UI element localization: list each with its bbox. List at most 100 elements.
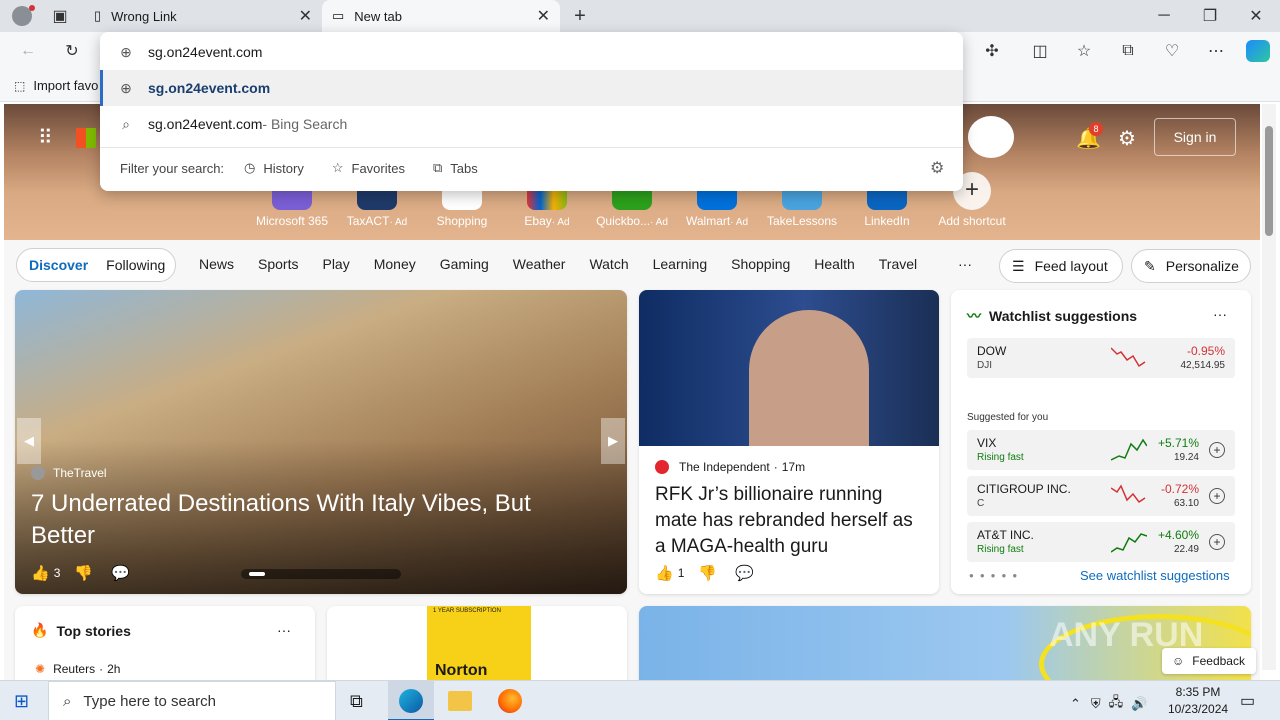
globe-icon: ⊕ bbox=[120, 44, 132, 60]
close-tab-icon[interactable]: ✕ bbox=[537, 6, 550, 26]
add-to-watchlist-icon[interactable]: + bbox=[1209, 534, 1225, 550]
notifications-center-icon[interactable]: ▭ bbox=[1240, 691, 1255, 711]
copilot-button[interactable] bbox=[968, 116, 1014, 158]
like-icon[interactable]: 👍 bbox=[655, 564, 674, 582]
carousel-prev-icon[interactable]: ◀ bbox=[17, 418, 41, 464]
promo-card[interactable]: ANY RUN bbox=[639, 606, 1251, 680]
carousel-next-icon[interactable]: ▶ bbox=[601, 418, 625, 464]
filter-tabs[interactable]: ⧉ Tabs bbox=[433, 160, 478, 176]
apps-grid-icon[interactable]: ⠿ bbox=[38, 128, 53, 148]
taskbar-edge[interactable] bbox=[388, 681, 434, 720]
minimize-button[interactable]: ─ bbox=[1154, 6, 1174, 26]
nav-learning[interactable]: Learning bbox=[653, 256, 708, 272]
tab-new-tab[interactable]: ▭ New tab ✕ bbox=[322, 0, 560, 32]
filter-favorites[interactable]: ☆ Favorites bbox=[332, 160, 405, 176]
chevron-up-icon[interactable]: ⌃ bbox=[1070, 696, 1081, 712]
extensions-icon[interactable]: ✣ bbox=[982, 41, 1002, 61]
clock[interactable]: 8:35 PM 10/23/2024 bbox=[1168, 684, 1228, 718]
ad-card-norton[interactable]: 1 YEAR SUBSCRIPTION Norton bbox=[327, 606, 627, 680]
import-favorites-button[interactable]: ⬚ Import favo bbox=[14, 78, 98, 93]
feed-layout-button[interactable]: ☰ Feed layout bbox=[999, 249, 1123, 283]
nav-money[interactable]: Money bbox=[374, 256, 416, 272]
file-explorer-icon[interactable] bbox=[448, 691, 472, 711]
close-window-button[interactable]: ✕ bbox=[1246, 6, 1266, 26]
microsoft-logo-icon[interactable] bbox=[76, 128, 96, 148]
story-headline[interactable]: RFK Jr’s billionaire running mate has re… bbox=[655, 482, 927, 560]
second-story-card[interactable]: The Independent · 17m RFK Jr’s billionai… bbox=[639, 290, 939, 594]
stock-vix[interactable]: VIX Rising fast +5.71% 19.24 + bbox=[967, 430, 1235, 470]
new-tab-plus-icon[interactable]: + bbox=[570, 5, 590, 27]
split-screen-icon[interactable]: ◫ bbox=[1030, 41, 1050, 61]
nav-travel[interactable]: Travel bbox=[879, 256, 917, 272]
copilot-icon[interactable] bbox=[1246, 40, 1270, 62]
nav-shopping[interactable]: Shopping bbox=[731, 256, 790, 272]
refresh-icon[interactable]: ↻ bbox=[62, 41, 82, 61]
nav-more-button[interactable]: ··· bbox=[958, 256, 972, 272]
story-actions: 👍 3 👎 💬 bbox=[31, 564, 130, 582]
page-scrollbar[interactable] bbox=[1262, 104, 1276, 670]
history-icon: ◷ bbox=[244, 160, 256, 175]
nav-health[interactable]: Health bbox=[814, 256, 854, 272]
windows-start-icon[interactable]: ⊞ bbox=[14, 691, 29, 712]
top-stories-more-button[interactable]: ··· bbox=[277, 622, 291, 638]
firefox-icon[interactable] bbox=[498, 689, 522, 713]
settings-more-icon[interactable]: ⋯ bbox=[1206, 41, 1226, 61]
personalize-icon: ✎ bbox=[1144, 257, 1156, 274]
nav-sports[interactable]: Sports bbox=[258, 256, 298, 272]
main-story-card[interactable]: ◀ ▶ TheTravel 7 Underrated Destinations … bbox=[15, 290, 627, 594]
nav-news[interactable]: News bbox=[199, 256, 234, 272]
feedback-button[interactable]: ☺ Feedback bbox=[1162, 648, 1256, 674]
search-settings-gear-icon[interactable]: ⚙ bbox=[930, 158, 944, 178]
add-to-watchlist-icon[interactable]: + bbox=[1209, 488, 1225, 504]
address-input-row[interactable]: ⊕ sg.on24event.com bbox=[100, 34, 963, 70]
favorites-star-icon[interactable]: ☆ bbox=[1074, 41, 1094, 61]
story-source: ✺ Reuters · 2h bbox=[35, 662, 121, 676]
volume-icon[interactable]: 🔊 bbox=[1131, 696, 1147, 712]
story-source: TheTravel bbox=[31, 466, 107, 480]
like-icon[interactable]: 👍 bbox=[31, 564, 50, 582]
dislike-icon[interactable]: 👎 bbox=[74, 564, 93, 582]
nav-gaming[interactable]: Gaming bbox=[440, 256, 489, 272]
feed-nav: News Sports Play Money Gaming Weather Wa… bbox=[199, 256, 941, 272]
suggestion-url[interactable]: ⊕ sg.on24event.com bbox=[100, 70, 963, 106]
watchlist-more-button[interactable]: ··· bbox=[1213, 306, 1227, 322]
scrollbar-thumb[interactable] bbox=[1265, 126, 1273, 236]
nav-watch[interactable]: Watch bbox=[589, 256, 628, 272]
flame-icon: 🔥 bbox=[31, 622, 49, 638]
carousel-dot-active bbox=[249, 572, 265, 576]
close-tab-icon[interactable]: ✕ bbox=[299, 6, 312, 26]
tab-following[interactable]: Following bbox=[106, 257, 165, 273]
dislike-icon[interactable]: 👎 bbox=[698, 564, 717, 582]
network-icon[interactable]: 🖧 bbox=[1109, 693, 1124, 715]
add-to-watchlist-icon[interactable]: + bbox=[1209, 442, 1225, 458]
taskbar-search-box[interactable]: ⌕ Type here to search bbox=[48, 681, 336, 720]
security-icon[interactable]: ⛨ bbox=[1091, 696, 1101, 712]
carousel-dots[interactable] bbox=[241, 569, 401, 579]
back-arrow-icon[interactable]: ← bbox=[18, 41, 38, 61]
story-headline[interactable]: 7 Underrated Destinations With Italy Vib… bbox=[31, 488, 591, 552]
address-input[interactable]: sg.on24event.com bbox=[148, 44, 262, 60]
sign-in-button[interactable]: Sign in bbox=[1154, 118, 1236, 156]
see-watchlist-link[interactable]: See watchlist suggestions bbox=[1080, 568, 1230, 583]
personalize-button[interactable]: ✎ Personalize bbox=[1131, 249, 1251, 283]
stock-citigroup[interactable]: CITIGROUP INC. C -0.72% 63.10 + bbox=[967, 476, 1235, 516]
stock-dow[interactable]: DOW DJI -0.95% 42,514.95 bbox=[967, 338, 1235, 378]
settings-gear-icon[interactable]: ⚙ bbox=[1118, 126, 1136, 151]
watchlist-pager-dots[interactable]: ●●●●● bbox=[969, 571, 1023, 580]
tab-wrong-link[interactable]: ▯ Wrong Link ✕ bbox=[84, 0, 322, 32]
performance-icon[interactable]: ♡ bbox=[1162, 41, 1182, 61]
filter-history[interactable]: ◷ History bbox=[244, 160, 304, 176]
tab-actions-icon[interactable]: ▣ bbox=[50, 6, 70, 26]
stock-att[interactable]: AT&T INC. Rising fast +4.60% 22.49 + bbox=[967, 522, 1235, 562]
maximize-button[interactable]: ❐ bbox=[1200, 6, 1220, 26]
tab-discover[interactable]: Discover bbox=[29, 257, 88, 273]
collections-icon[interactable]: ⧉ bbox=[1118, 41, 1138, 61]
nav-play[interactable]: Play bbox=[322, 256, 349, 272]
suggestion-bing-search[interactable]: ⌕ sg.on24event.com - Bing Search bbox=[100, 106, 963, 142]
comment-icon[interactable]: 💬 bbox=[735, 564, 754, 582]
comment-icon[interactable]: 💬 bbox=[111, 564, 130, 582]
task-view-icon[interactable]: ⧉ bbox=[350, 691, 363, 712]
sparkline-dow bbox=[1111, 347, 1146, 368]
nav-weather[interactable]: Weather bbox=[513, 256, 566, 272]
taskbar: ⊞ ⌕ Type here to search ⧉ ⌃ ⛨ 🖧 🔊 8:35 P… bbox=[0, 680, 1280, 720]
